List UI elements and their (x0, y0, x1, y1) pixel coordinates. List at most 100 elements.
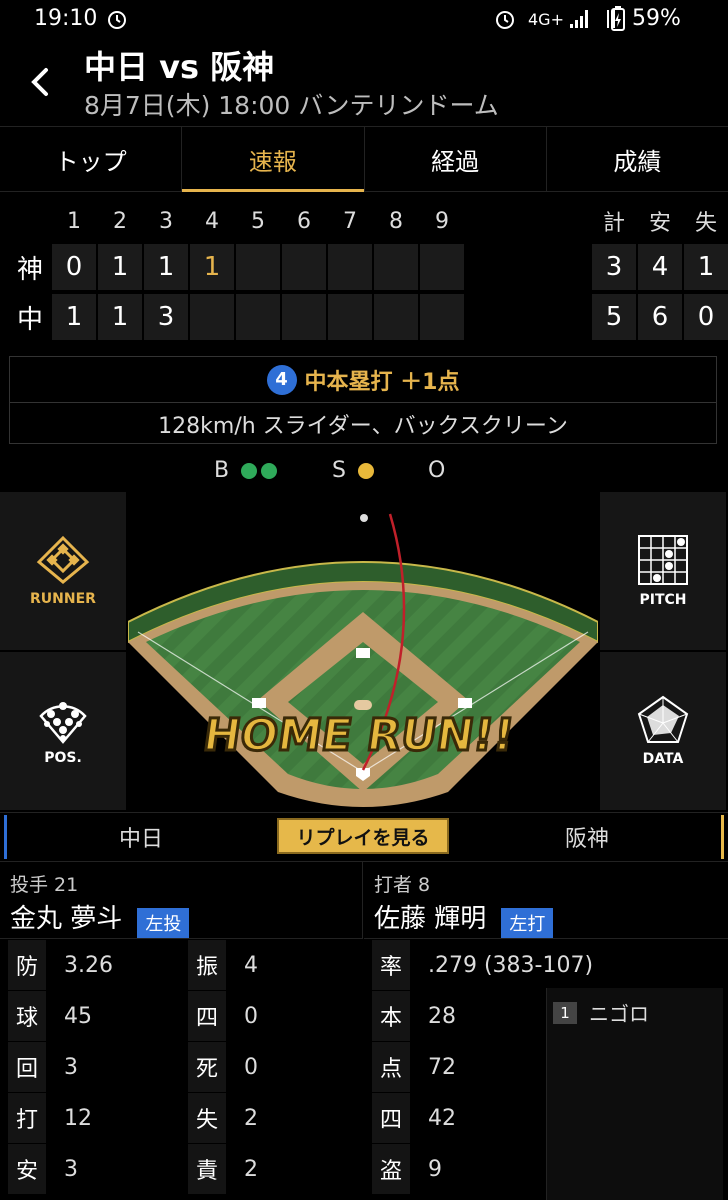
pitch-label: PITCH (639, 592, 687, 608)
at-bat-number: 1 (553, 1001, 577, 1024)
runner-button[interactable]: RUNNER (0, 492, 126, 650)
score-cell-current: 1 (190, 244, 234, 290)
total-hits: 4 (638, 244, 682, 290)
position-label: POS. (44, 750, 82, 766)
strike-label: S (332, 458, 346, 483)
total-errors: 0 (684, 294, 728, 340)
score-cell (236, 294, 280, 340)
strike-count: S (332, 458, 374, 483)
replay-button[interactable]: リプレイを見る (277, 818, 449, 854)
out-label: O (428, 458, 446, 483)
inning-header: 6 (297, 208, 311, 234)
score-cell (420, 294, 464, 340)
score-cell: 3 (144, 294, 188, 340)
runner-icon (36, 535, 90, 584)
field-view: HOME RUN!! (127, 492, 599, 810)
pitch-grid-icon (638, 535, 688, 585)
play-detail: 128km/h スライダー、バックスクリーン (158, 414, 568, 439)
at-bat-result: ニゴロ (589, 1002, 649, 1026)
game-info: 8月7日(木) 18:00 バンテリンドーム (84, 91, 499, 120)
batter-role: 打者 8 (374, 874, 431, 896)
batter-card: 打者 8 佐藤 輝明 左打 (364, 862, 728, 939)
pitcher-role: 投手 21 (10, 874, 79, 896)
position-icon (39, 702, 87, 744)
stat-row: 回3 (8, 1042, 78, 1092)
stat-row: 盗9 (372, 1144, 442, 1194)
out-count: O (428, 458, 445, 483)
status-time: 19:10 (34, 6, 98, 31)
team-tab-hanshin[interactable]: 阪神 (446, 813, 728, 861)
at-bat-history: 1 ニゴロ (546, 988, 723, 1200)
radar-chart-icon (637, 695, 689, 743)
inning-header: 7 (343, 208, 357, 234)
runner-label: RUNNER (30, 591, 96, 607)
score-cell: 1 (52, 294, 96, 340)
stat-row: 四 42 (372, 1093, 456, 1143)
hits-header: 安 (648, 211, 671, 236)
ball-dot (261, 462, 278, 479)
page-title: 中日 vs 阪神 (84, 48, 275, 86)
tab-progress[interactable]: 経過 (365, 127, 547, 191)
ball-label: B (214, 458, 230, 483)
pitcher-name-row: 金丸 夢斗 左投 (10, 898, 190, 938)
inning-header: 8 (389, 208, 403, 234)
batter-name-row: 佐藤 輝明 左打 (374, 898, 554, 938)
score-cell (236, 244, 280, 290)
stat-row: 防 3.26 (8, 940, 113, 990)
battery-icon (610, 6, 626, 36)
total-errors: 1 (684, 244, 728, 290)
batter-name: 佐藤 輝明 (374, 904, 487, 934)
total-runs: 5 (592, 294, 636, 340)
data-label: DATA (642, 751, 684, 767)
score-cell (374, 244, 418, 290)
pitcher-hand-badge: 左投 (137, 907, 190, 938)
score-cell: 1 (144, 244, 188, 290)
signal-icon (568, 8, 592, 34)
pitcher-stats: 防 3.26 球 45 回3 打 12 安3 振4 四0 死0 失2 責2 (0, 940, 362, 1200)
total-runs: 3 (592, 244, 636, 290)
pitch-button[interactable]: PITCH (600, 492, 726, 650)
data-button[interactable]: DATA (600, 652, 726, 810)
at-bat-item[interactable]: 1 ニゴロ (553, 998, 649, 1027)
inning-header: 4 (205, 208, 219, 234)
score-cell (328, 244, 372, 290)
tab-stats[interactable]: 成績 (547, 127, 728, 191)
stat-row: 点 72 (372, 1042, 456, 1092)
batter-hand-badge: 左打 (501, 907, 554, 938)
inning-header: 9 (435, 208, 449, 234)
stat-row: 安3 (8, 1144, 78, 1194)
team-tab-chunichi[interactable]: 中日 (0, 813, 282, 861)
stat-row: 率 .279 (383-107) (372, 940, 593, 990)
team-hanshin: 神 (16, 254, 43, 285)
position-button[interactable]: POS. (0, 652, 126, 810)
status-bar: 19:10 4G+ 59% (0, 0, 728, 42)
stat-row: 失2 (188, 1093, 258, 1143)
tab-live[interactable]: 速報 (182, 127, 365, 192)
back-arrow-icon (31, 68, 48, 96)
stat-row: 四0 (188, 991, 258, 1041)
batter-stats: 率 .279 (383-107) 本 28 点 72 四 42 盗9 1 ニゴロ (364, 940, 728, 1200)
inning-badge: 4 (266, 364, 297, 395)
alarm-icon (106, 8, 128, 34)
score-cell (282, 244, 326, 290)
back-button[interactable] (22, 62, 62, 102)
score-cell (282, 294, 326, 340)
stat-row: 球 45 (8, 991, 92, 1041)
stat-row: 責2 (188, 1144, 258, 1194)
score-cell (374, 294, 418, 340)
play-summary: 4 中本塁打 ＋1点 128km/h スライダー、バックスクリーン (9, 356, 717, 444)
scoreboard: 1 2 3 4 5 6 7 8 9 計 安 失 神 0 1 1 1 3 4 1 … (0, 196, 728, 346)
score-cell: 1 (98, 294, 142, 340)
stat-row: 死0 (188, 1042, 258, 1092)
stat-row: 打 12 (8, 1093, 92, 1143)
network-label: 4G+ (528, 10, 564, 29)
field-area: RUNNER POS. PITCH DATA HOME RUN!! (0, 492, 728, 810)
inning-header: 2 (113, 208, 127, 234)
score-cell: 0 (52, 244, 96, 290)
score-cell (420, 244, 464, 290)
score-cell: 1 (98, 244, 142, 290)
app-header: 中日 vs 阪神 8月7日(木) 18:00 バンテリンドーム (0, 42, 728, 127)
tab-top[interactable]: トップ (0, 127, 183, 191)
battery-level: 59% (632, 6, 681, 31)
play-headline: 中本塁打 ＋1点 (304, 369, 460, 395)
